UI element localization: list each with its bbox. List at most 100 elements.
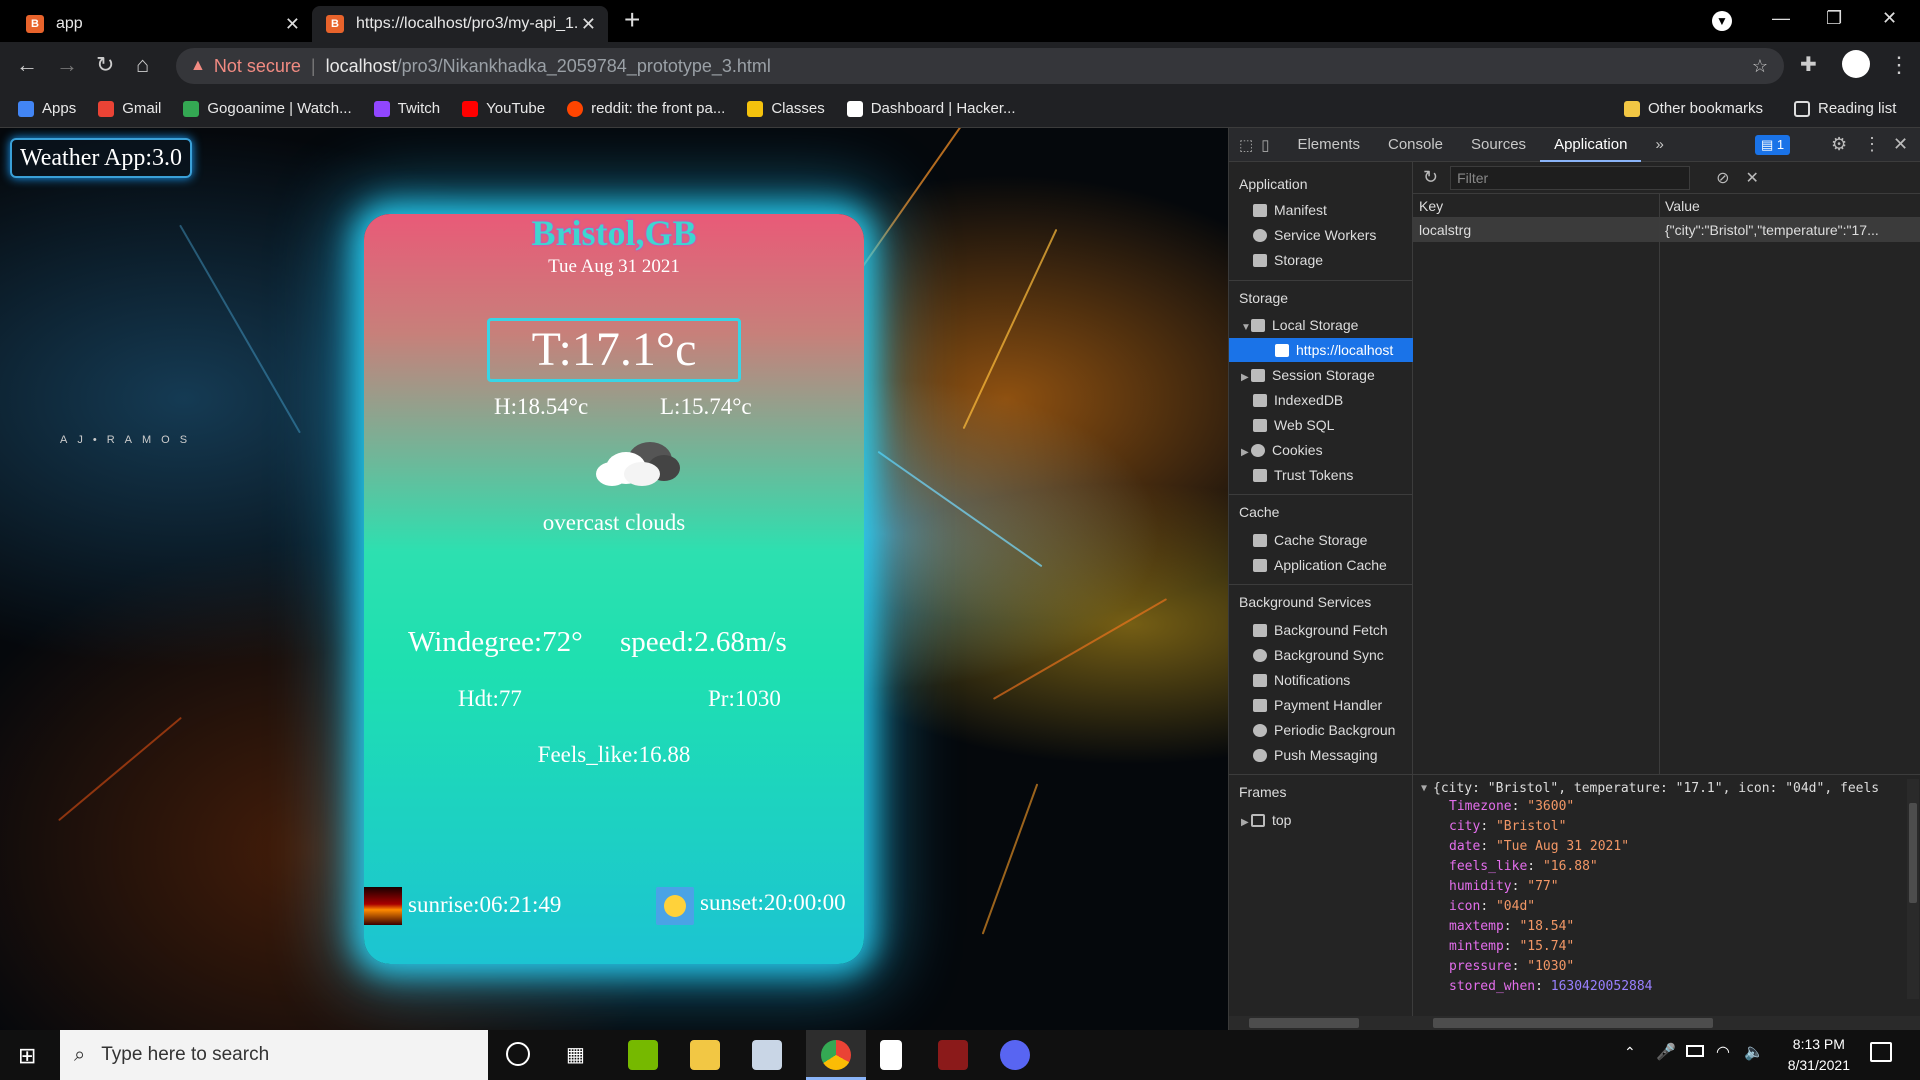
bookmark-reddit[interactable]: reddit: the front pa... [567, 100, 725, 117]
more-tabs-icon[interactable]: » [1641, 128, 1677, 162]
sidebar-scrollbar[interactable] [1229, 1016, 1413, 1030]
task-view-icon[interactable]: ▦ [566, 1042, 585, 1067]
security-label[interactable]: Not secure [214, 56, 301, 77]
devtools-close-icon[interactable]: ✕ [1893, 134, 1908, 155]
address-bar[interactable]: ▲ Not secure | localhost /pro3/Nikankhad… [176, 48, 1784, 84]
section-frames: Frames [1239, 784, 1287, 800]
scrollbar-thumb[interactable] [1249, 1018, 1359, 1028]
microphone-icon[interactable]: 🎤 [1656, 1042, 1676, 1062]
expand-triangle-icon[interactable]: ▼ [1421, 783, 1427, 794]
clear-all-icon[interactable]: ⊘ [1716, 168, 1729, 188]
home-icon[interactable]: ⌂ [136, 52, 149, 78]
sidebar-item-application-cache[interactable]: Application Cache [1229, 553, 1413, 577]
sidebar-item-cookies[interactable]: ▶ Cookies [1229, 438, 1413, 462]
window-close-icon[interactable]: ✕ [1882, 8, 1897, 29]
bookmark-youtube[interactable]: YouTube [462, 100, 545, 117]
menu-icon[interactable]: ⋮ [1888, 52, 1910, 78]
collapse-triangle-icon[interactable]: ▶ [1241, 811, 1251, 832]
collapse-triangle-icon[interactable]: ▶ [1241, 441, 1251, 462]
expand-triangle-icon[interactable]: ▼ [1241, 316, 1251, 337]
extensions-icon[interactable]: ✚ [1800, 52, 1817, 77]
bookmark-gogoanime[interactable]: Gogoanime | Watch... [183, 100, 352, 117]
sidebar-item-payment-handler[interactable]: Payment Handler [1229, 693, 1413, 717]
bookmark-classes[interactable]: Classes [747, 100, 825, 117]
sidebar-item-notifications[interactable]: Notifications [1229, 668, 1413, 692]
sidebar-item-trust-tokens[interactable]: Trust Tokens [1229, 463, 1413, 487]
sidebar-item-background-sync[interactable]: Background Sync [1229, 643, 1413, 667]
reading-list[interactable]: Reading list [1794, 100, 1896, 117]
delete-selected-icon[interactable]: ✕ [1746, 168, 1759, 188]
predator-icon[interactable] [938, 1040, 968, 1070]
back-icon[interactable]: ← [16, 52, 38, 78]
settings-gear-icon[interactable]: ⚙ [1831, 134, 1847, 155]
tab-app[interactable]: B app ✕ [12, 6, 312, 42]
divider [1229, 280, 1413, 281]
bookmark-gmail[interactable]: Gmail [98, 100, 161, 117]
scrollbar-thumb[interactable] [1909, 803, 1917, 903]
sidebar-item-cache-storage[interactable]: Cache Storage [1229, 528, 1413, 552]
profile-avatar[interactable] [1842, 50, 1870, 78]
new-tab-button[interactable]: + [624, 4, 640, 36]
sidebar-item-localhost-origin[interactable]: https://localhost [1229, 338, 1413, 362]
tab-application[interactable]: Application [1540, 128, 1642, 162]
tab-close-icon[interactable]: ✕ [285, 14, 300, 35]
table-row[interactable]: localstrg {"city":"Bristol","temperature… [1413, 218, 1920, 242]
sidebar-item-indexeddb[interactable]: IndexedDB [1229, 388, 1413, 412]
sidebar-item-session-storage[interactable]: ▶ Session Storage [1229, 363, 1413, 387]
reload-icon[interactable]: ↻ [96, 52, 114, 78]
scrollbar-thumb[interactable] [1433, 1018, 1713, 1028]
clock[interactable]: 8:13 PM 8/31/2021 [1788, 1034, 1850, 1076]
sidebar-item-push-messaging[interactable]: Push Messaging [1229, 743, 1413, 767]
restore-icon[interactable]: ❐ [1826, 8, 1842, 29]
bookmark-hackerrank[interactable]: Dashboard | Hacker... [846, 100, 1016, 117]
wifi-icon[interactable]: ◠ [1716, 1042, 1730, 1062]
sidebar-item-local-storage[interactable]: ▼ Local Storage [1229, 313, 1413, 337]
tab-localhost[interactable]: B https://localhost/pro3/my-api_1. ✕ [312, 6, 608, 42]
column-key[interactable]: Key [1413, 194, 1443, 218]
nvidia-icon[interactable] [628, 1040, 658, 1070]
sidebar-item-web-sql[interactable]: Web SQL [1229, 413, 1413, 437]
devtools-menu-icon[interactable]: ⋮ [1863, 134, 1881, 155]
discord-icon[interactable] [1000, 1040, 1030, 1070]
tab-search-icon[interactable]: ▼ [1712, 11, 1732, 31]
device-toggle-icon[interactable]: ▯ [1261, 136, 1269, 154]
tab-elements[interactable]: Elements [1283, 128, 1374, 162]
tab-sources[interactable]: Sources [1457, 128, 1540, 162]
issues-badge[interactable]: ▤ 1 [1755, 135, 1791, 155]
windows-start-icon[interactable]: ⊞ [18, 1043, 36, 1069]
sidebar-item-storage[interactable]: Storage [1229, 248, 1413, 272]
tab-close-icon[interactable]: ✕ [581, 14, 596, 35]
sidebar-item-periodic-background-sync[interactable]: Periodic Backgroun [1229, 718, 1413, 742]
app-icon[interactable] [752, 1040, 782, 1070]
notepad-icon[interactable] [880, 1040, 902, 1070]
preview-vscrollbar[interactable] [1907, 779, 1919, 999]
bookmark-twitch[interactable]: Twitch [373, 100, 440, 117]
refresh-icon[interactable]: ↻ [1423, 167, 1438, 188]
inspect-icon[interactable]: ⬚ [1239, 136, 1253, 154]
forward-icon[interactable]: → [56, 52, 78, 78]
sync-icon [1253, 649, 1267, 662]
filter-input[interactable]: Filter [1450, 165, 1691, 190]
cortana-icon[interactable] [506, 1042, 530, 1066]
column-value[interactable]: Value [1659, 194, 1700, 218]
sidebar-item-manifest[interactable]: Manifest [1229, 198, 1413, 222]
minimize-icon[interactable]: — [1772, 8, 1790, 29]
tab-console[interactable]: Console [1374, 128, 1457, 162]
bookmark-apps[interactable]: Apps [18, 100, 76, 117]
notifications-icon[interactable] [1870, 1042, 1892, 1062]
sidebar-item-background-fetch[interactable]: Background Fetch [1229, 618, 1413, 642]
collapse-triangle-icon[interactable]: ▶ [1241, 366, 1251, 387]
sidebar-item-service-workers[interactable]: Service Workers [1229, 223, 1413, 247]
sidebar-item-top-frame[interactable]: ▶ top [1229, 808, 1413, 832]
chrome-taskbar-button[interactable] [806, 1030, 866, 1080]
star-icon[interactable]: ☆ [1752, 56, 1768, 77]
file-explorer-icon[interactable] [690, 1040, 720, 1070]
other-bookmarks[interactable]: Other bookmarks [1624, 100, 1763, 117]
warning-icon[interactable]: ▲ [190, 57, 206, 75]
show-hidden-icons[interactable]: ⌃ [1624, 1044, 1636, 1061]
battery-icon[interactable] [1686, 1045, 1704, 1057]
taskbar-search[interactable]: ⌕ Type here to search [60, 1030, 488, 1080]
table-icon [1275, 344, 1289, 357]
preview-hscrollbar[interactable] [1413, 1016, 1920, 1030]
volume-icon[interactable]: 🔈 [1744, 1042, 1764, 1062]
